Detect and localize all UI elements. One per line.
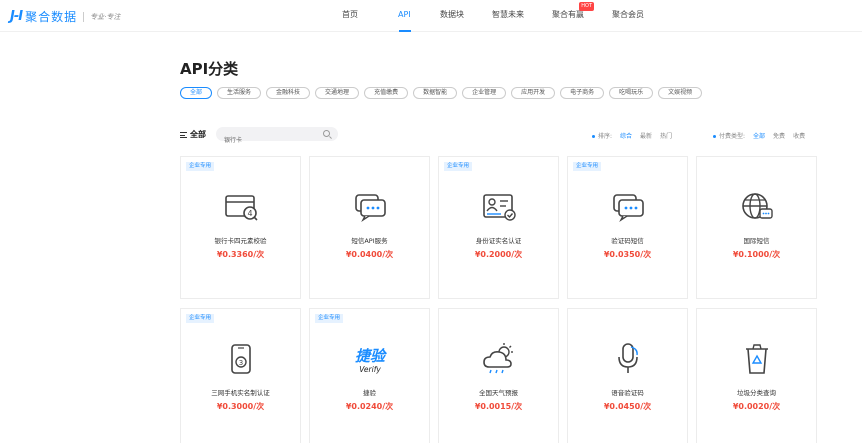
top-header: J-I 聚合数据 专业·专注 首页 API 数据块 智慧未来 聚合有赢 HOT … — [0, 0, 862, 32]
api-name: 国际短信 — [743, 237, 770, 245]
api-name: 语音验证码 — [611, 389, 644, 397]
sort-comprehensive[interactable]: 综合 — [620, 131, 632, 140]
nav-api[interactable]: API — [398, 0, 412, 32]
sort-group: 排序: 综合 最新 热门 — [592, 131, 672, 140]
dot-icon — [713, 135, 716, 138]
pay-free[interactable]: 免费 — [773, 131, 785, 140]
api-card[interactable]: 企业专用 4 银行卡四元素校验 ¥0.3360/次 — [180, 156, 301, 299]
api-card[interactable]: 全国天气预报 ¥0.0015/次 — [438, 308, 559, 443]
api-card[interactable]: 国际短信 ¥0.1000/次 — [696, 156, 817, 299]
api-name: 银行卡四元素校验 — [214, 237, 267, 245]
api-price: ¥0.3360/次 — [216, 250, 265, 259]
enterprise-tag: 企业专用 — [315, 314, 344, 323]
svg-text:Verify: Verify — [359, 365, 381, 374]
chip-enterprise[interactable]: 企业管理 — [462, 87, 507, 99]
enterprise-tag: 企业专用 — [186, 162, 215, 171]
api-price: ¥0.0020/次 — [732, 402, 781, 411]
logo-mark-icon: J-I — [10, 9, 23, 24]
chip-entertainment[interactable]: 文娱视频 — [658, 87, 703, 99]
api-name: 三网手机实名制认证 — [211, 389, 270, 397]
api-price: ¥0.1000/次 — [732, 250, 781, 259]
chip-food-fun[interactable]: 吃喝玩乐 — [609, 87, 654, 99]
main-nav: 首页 API 数据块 智慧未来 聚合有赢 HOT 聚合会员 — [330, 0, 644, 32]
search-input[interactable] — [216, 132, 316, 147]
svg-text:4: 4 — [247, 209, 252, 218]
list-icon — [180, 131, 187, 138]
microphone-icon — [617, 343, 638, 373]
api-price: ¥0.0015/次 — [474, 402, 523, 411]
enterprise-tag: 企业专用 — [573, 162, 602, 171]
api-name: 身份证实名认证 — [475, 237, 522, 245]
api-name: 垃圾分类查询 — [737, 389, 776, 397]
chip-data-ai[interactable]: 数据智能 — [413, 87, 458, 99]
trash-bin-icon — [745, 344, 768, 374]
weather-icon — [482, 343, 513, 374]
globe-sms-icon — [741, 193, 773, 219]
bank-card-icon: 4 — [224, 195, 258, 221]
api-price: ¥0.0240/次 — [345, 402, 394, 411]
api-price: ¥0.3000/次 — [216, 402, 265, 411]
search-box — [216, 127, 338, 147]
logo-slogan: 专业·专注 — [83, 11, 120, 22]
pay-type-label: 付费类型: — [719, 133, 746, 140]
logo-text: 聚合数据 — [25, 10, 78, 24]
chip-ecommerce[interactable]: 电子商务 — [560, 87, 605, 99]
nav-data-block[interactable]: 数据块 — [440, 0, 464, 32]
pay-type-group: 付费类型: 全部 免费 收费 — [713, 131, 805, 140]
sort-hot[interactable]: 热门 — [660, 131, 672, 140]
api-card[interactable]: 企业专用 3 三网手机实名制认证 ¥0.3000/次 — [180, 308, 301, 443]
chip-app-dev[interactable]: 应用开发 — [511, 87, 556, 99]
api-card[interactable]: 企业专用 捷验 Verify 捷验 ¥0.0240/次 — [309, 308, 430, 443]
chip-recharge[interactable]: 充值缴费 — [364, 87, 409, 99]
pay-paid[interactable]: 收费 — [793, 131, 805, 140]
nav-member[interactable]: 聚合会员 — [612, 0, 644, 32]
api-card[interactable]: 企业专用 身份证实名认证 ¥0.2000/次 — [438, 156, 559, 299]
all-filter[interactable]: 全部 — [180, 129, 206, 140]
filter-bar: 全部 排序: 综合 最新 热门 付费类型: 全部 免费 收费 — [180, 127, 820, 147]
svg-text:3: 3 — [238, 359, 242, 367]
api-card-grid: 企业专用 4 银行卡四元素校验 ¥0.3360/次 短信API服务 ¥0.040… — [180, 156, 820, 443]
enterprise-tag: 企业专用 — [444, 162, 473, 171]
site-logo[interactable]: J-I 聚合数据 专业·专注 — [10, 8, 120, 25]
svg-text:捷验: 捷验 — [354, 347, 387, 365]
hot-badge: HOT — [579, 2, 594, 11]
api-price: ¥0.0350/次 — [603, 250, 652, 259]
sms-code-icon — [612, 194, 644, 223]
api-price: ¥0.0450/次 — [603, 402, 652, 411]
sort-label: 排序: — [598, 133, 613, 140]
api-price: ¥0.0400/次 — [345, 250, 394, 259]
sms-chat-icon — [354, 194, 386, 223]
jieyan-verify-logo: 捷验 Verify — [354, 347, 387, 374]
sort-newest[interactable]: 最新 — [640, 131, 652, 140]
id-card-icon — [482, 194, 516, 221]
api-name: 验证码短信 — [611, 237, 644, 245]
api-name: 短信API服务 — [351, 237, 388, 245]
chip-traffic[interactable]: 交通地理 — [315, 87, 360, 99]
api-card[interactable]: 企业专用 验证码短信 ¥0.0350/次 — [567, 156, 688, 299]
nav-home[interactable]: 首页 — [342, 0, 370, 32]
enterprise-tag: 企业专用 — [186, 314, 215, 323]
chip-life[interactable]: 生活服务 — [217, 87, 262, 99]
nav-smart-future[interactable]: 智慧未来 — [492, 0, 524, 32]
api-name: 捷验 — [363, 389, 376, 397]
api-price: ¥0.2000/次 — [474, 250, 523, 259]
chip-fintech[interactable]: 金融科技 — [266, 87, 311, 99]
chip-all[interactable]: 全部 — [180, 87, 213, 99]
api-card[interactable]: 短信API服务 ¥0.0400/次 — [309, 156, 430, 299]
search-icon[interactable] — [323, 130, 330, 137]
phone-verify-icon: 3 — [230, 344, 251, 374]
nav-juhe-youying[interactable]: 聚合有赢 HOT — [552, 0, 594, 32]
api-name: 全国天气预报 — [479, 389, 518, 397]
pay-all[interactable]: 全部 — [753, 131, 765, 140]
api-card[interactable]: 垃圾分类查询 ¥0.0020/次 — [696, 308, 817, 443]
category-chips: 全部 生活服务 金融科技 交通地理 充值缴费 数据智能 企业管理 应用开发 电子… — [180, 87, 703, 99]
api-card[interactable]: 语音验证码 ¥0.0450/次 — [567, 308, 688, 443]
page-title: API分类 — [180, 60, 239, 78]
dot-icon — [592, 135, 595, 138]
